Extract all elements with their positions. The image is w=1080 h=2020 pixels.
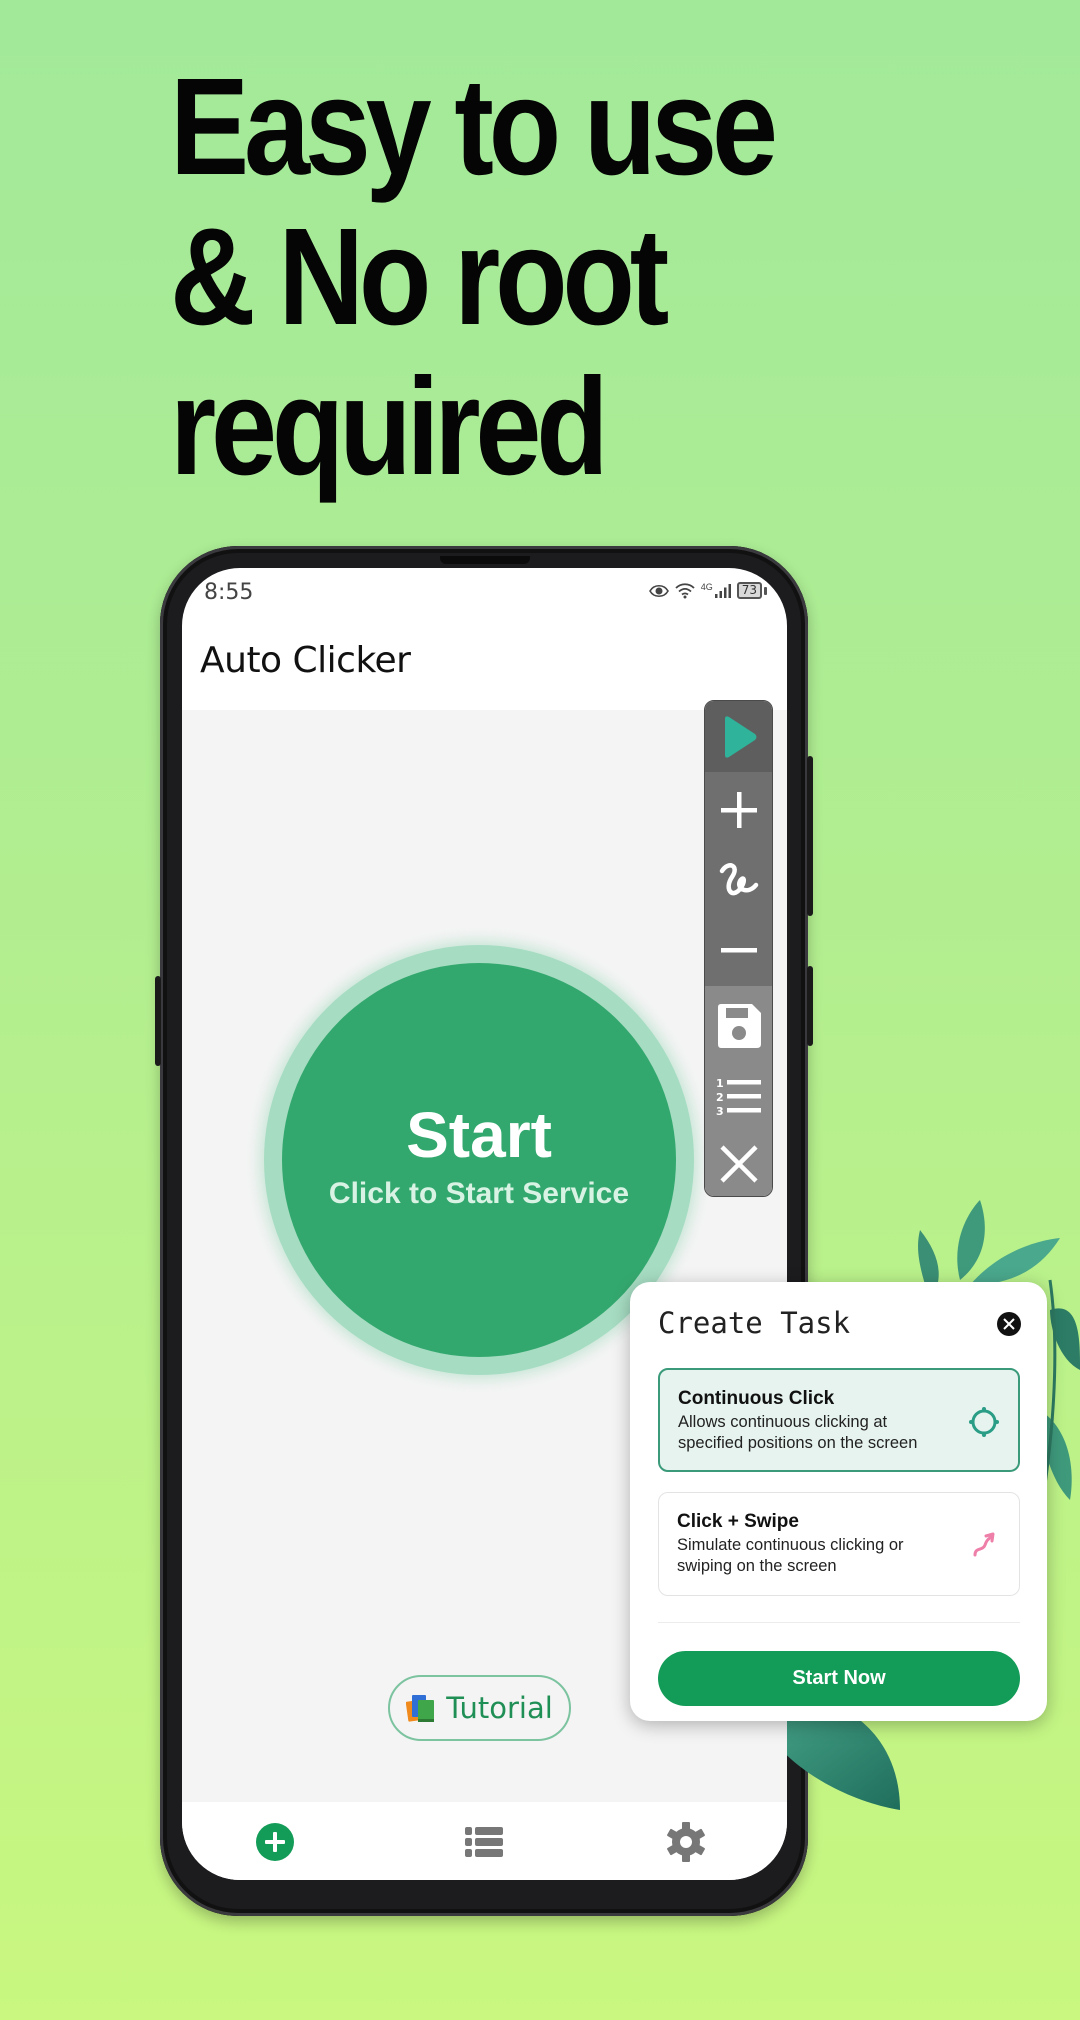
status-time: 8:55 — [204, 580, 254, 605]
option-title: Click + Swipe — [677, 1511, 799, 1532]
app-title: Auto Clicker — [200, 640, 411, 681]
tutorial-label: Tutorial — [446, 1691, 553, 1725]
signal-icon — [714, 583, 731, 598]
svg-text:3: 3 — [716, 1105, 724, 1116]
play-icon — [724, 715, 756, 758]
option-description: Allows continuous clicking at specified … — [678, 1413, 918, 1452]
svg-text:2: 2 — [716, 1091, 724, 1104]
save-icon — [717, 1004, 761, 1048]
bottom-navigation — [182, 1802, 787, 1880]
wifi-icon — [675, 582, 695, 598]
option-description: Simulate continuous clicking or swiping … — [677, 1536, 904, 1575]
promo-headline: Easy to use & No root required — [170, 50, 778, 504]
tutorial-button[interactable]: Tutorial — [388, 1675, 571, 1741]
toolbar-add-swipe-button[interactable] — [705, 847, 772, 913]
dialog-divider — [658, 1622, 1020, 1623]
swipe-path-icon — [719, 863, 758, 896]
toolbar-task-list-button[interactable]: 1 2 3 — [705, 1063, 772, 1129]
toolbar-add-point-button[interactable] — [705, 777, 772, 843]
option-title: Continuous Click — [678, 1388, 835, 1409]
phone-power-button — [807, 966, 813, 1046]
numbered-list-icon: 1 2 3 — [716, 1077, 761, 1116]
crosshair-icon — [969, 1407, 999, 1437]
books-icon — [406, 1695, 435, 1722]
svg-text:1: 1 — [716, 1077, 724, 1090]
add-circle-icon — [256, 1823, 294, 1861]
nav-item-task-list[interactable] — [462, 1820, 506, 1864]
phone-side-button — [155, 976, 161, 1066]
minus-icon — [720, 948, 757, 953]
start-now-button[interactable]: Start Now — [658, 1651, 1020, 1706]
4g-icon: 4G — [700, 581, 713, 592]
eye-comfort-icon — [648, 584, 669, 597]
start-button-title: Start — [406, 1099, 552, 1171]
toolbar-close-button[interactable] — [705, 1133, 772, 1195]
list-icon — [465, 1827, 503, 1857]
headline-line-1: Easy to use — [170, 50, 778, 204]
headline-line-2: & No root — [170, 200, 669, 354]
toolbar-play-button[interactable] — [705, 701, 772, 772]
gear-icon — [667, 1822, 705, 1862]
status-icons: 4G 73 — [648, 581, 767, 599]
start-service-button[interactable]: Start Click to Start Service — [282, 963, 676, 1357]
nav-item-settings[interactable] — [664, 1820, 708, 1864]
option-click-swipe[interactable]: Click + Swipe Simulate continuous clicki… — [658, 1492, 1020, 1596]
status-bar: 8:55 4G 73 — [182, 568, 787, 618]
dialog-close-button[interactable] — [997, 1312, 1021, 1336]
phone-speaker — [440, 556, 530, 564]
create-task-dialog: Create Task Continuous Click Allows cont… — [630, 1282, 1047, 1721]
start-button-subtitle: Click to Start Service — [328, 1177, 630, 1210]
toolbar-save-button[interactable] — [705, 993, 772, 1059]
toolbar-remove-point-button[interactable] — [705, 917, 772, 983]
swipe-arrow-icon — [973, 1532, 995, 1557]
option-continuous-click[interactable]: Continuous Click Allows continuous click… — [658, 1368, 1020, 1472]
floating-toolbar: 1 2 3 — [704, 700, 773, 1197]
battery-tip — [764, 586, 767, 595]
battery-icon: 73 — [736, 582, 762, 599]
phone-volume-button — [807, 756, 813, 916]
close-icon — [719, 1145, 758, 1183]
close-icon — [1003, 1318, 1015, 1330]
dialog-title: Create Task — [658, 1306, 851, 1340]
plus-icon — [720, 792, 757, 828]
headline-line-3: required — [170, 350, 609, 504]
nav-item-create[interactable] — [253, 1820, 297, 1864]
